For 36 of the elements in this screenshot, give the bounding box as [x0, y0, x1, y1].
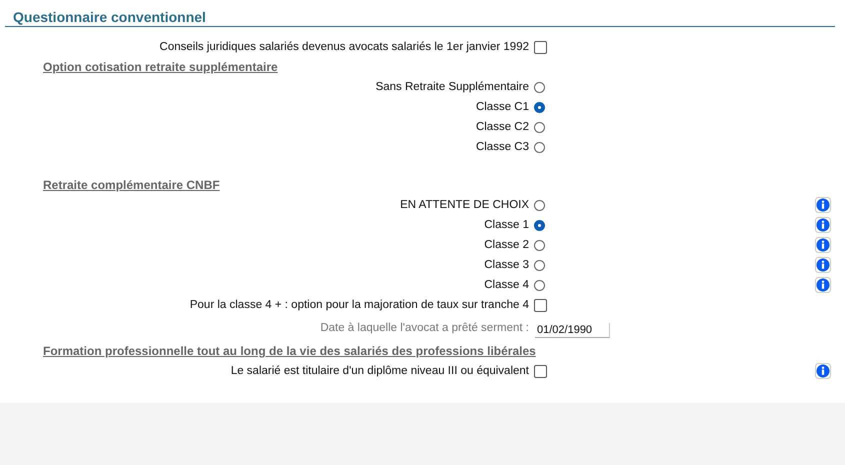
section-heading: Option cotisation retraite supplémentaire — [42, 59, 279, 76]
radio-label: Classe C3 — [474, 141, 530, 153]
radio-button[interactable] — [534, 82, 545, 92]
radio-label: Classe 2 — [483, 239, 530, 251]
radio-label: Classe 1 — [483, 219, 530, 231]
radio-button[interactable] — [534, 142, 545, 152]
radio-button[interactable] — [534, 280, 545, 290]
checkbox-label: Pour la classe 4 + : option pour la majoration de taux sur tranche 4 — [188, 299, 530, 311]
info-icon[interactable] — [815, 217, 831, 233]
section-heading: Retraite complémentaire CNBF — [42, 177, 221, 194]
date-field[interactable]: 01/02/1990 — [535, 323, 610, 338]
radio-label: Classe C2 — [474, 121, 530, 133]
radio-button[interactable] — [534, 240, 545, 250]
info-icon[interactable] — [815, 237, 831, 253]
info-icon[interactable] — [815, 277, 831, 293]
radio-button[interactable] — [534, 122, 545, 132]
radio-label: Classe C1 — [474, 101, 530, 113]
radio-label: Sans Retraite Supplémentaire — [374, 81, 530, 93]
radio-label: EN ATTENTE DE CHOIX — [399, 199, 530, 211]
radio-button[interactable] — [534, 220, 545, 230]
info-icon[interactable] — [815, 363, 831, 379]
radio-label: Classe 4 — [483, 279, 530, 291]
checkbox[interactable] — [534, 298, 547, 312]
radio-label: Classe 3 — [483, 259, 530, 271]
checkbox-label: Le salarié est titulaire d'un diplôme niveau III ou équivalent — [230, 365, 530, 377]
checkbox[interactable] — [534, 364, 547, 378]
section-heading: Formation professionnelle tout au long de la vie des salariés des professions libérales — [42, 343, 537, 360]
info-icon[interactable] — [815, 197, 831, 213]
info-icon[interactable] — [815, 257, 831, 273]
radio-button[interactable] — [534, 260, 545, 270]
checkbox-label: Conseils juridiques salariés devenus avocats salariés le 1er janvier 1992 — [158, 41, 530, 53]
radio-button[interactable] — [534, 102, 545, 112]
date-label: Date à laquelle l'avocat a prêté serment : — [319, 322, 530, 334]
checkbox[interactable] — [534, 40, 547, 54]
page-title: Questionnaire conventionnel — [12, 9, 207, 26]
radio-button[interactable] — [534, 200, 545, 210]
